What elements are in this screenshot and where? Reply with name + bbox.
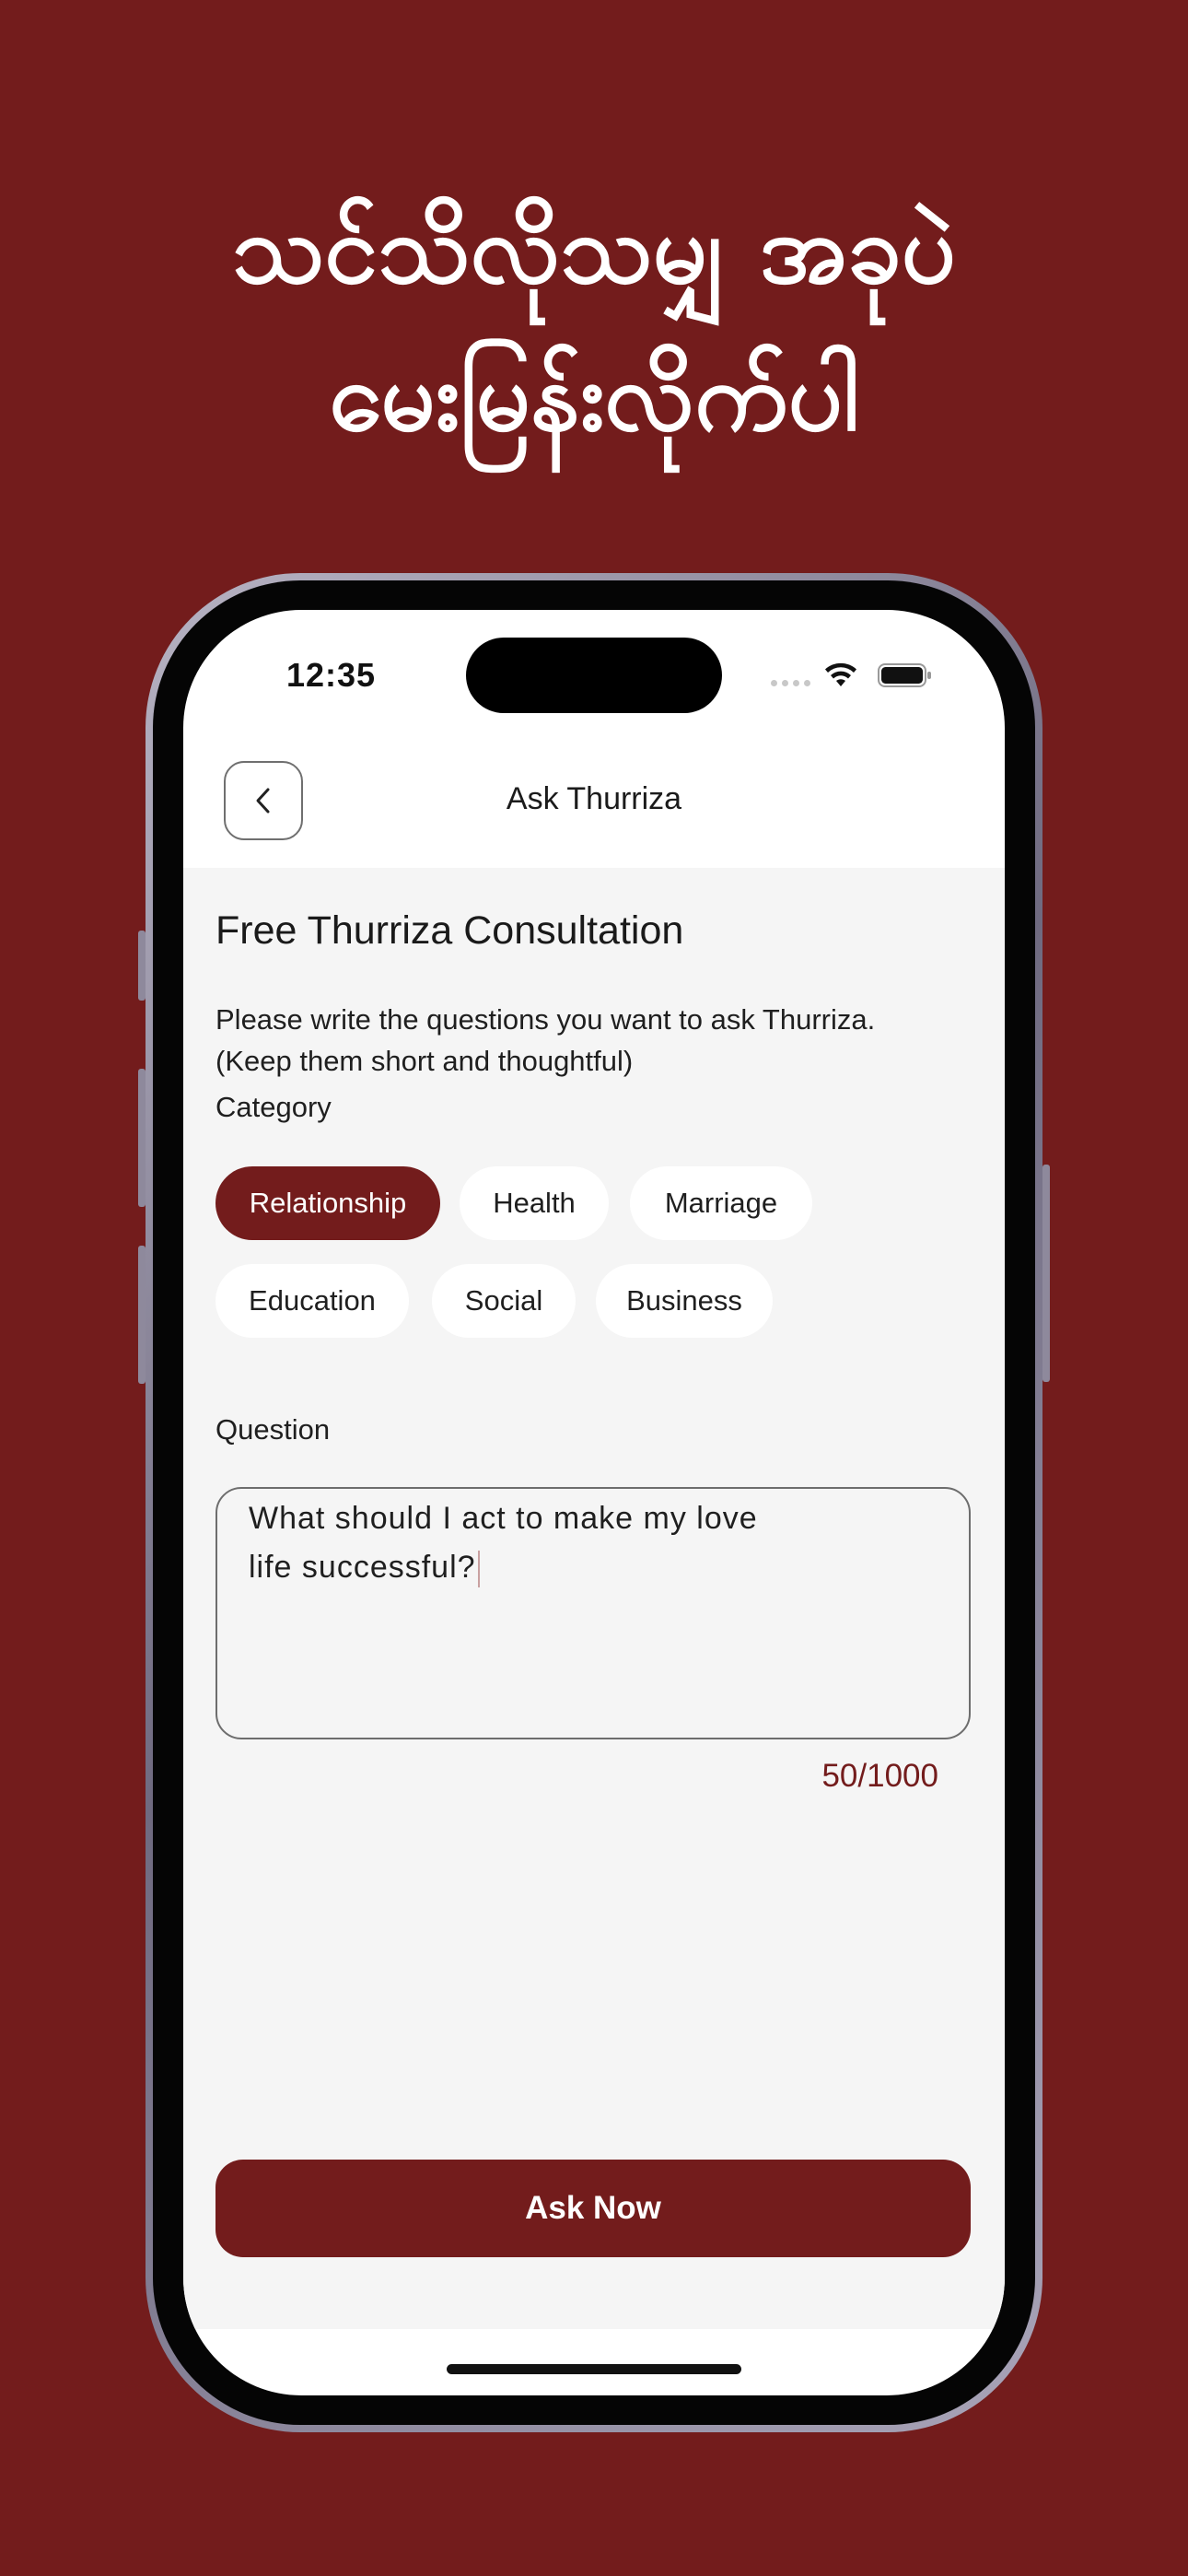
text-caret (477, 1551, 480, 1588)
category-chip-education[interactable]: Education (215, 1264, 409, 1338)
question-line-2-wrap: life successful? (249, 1543, 838, 1592)
question-line-2: life successful? (249, 1550, 476, 1585)
battery-icon (878, 663, 931, 687)
instructions-line-2: (Keep them short and thoughtful) (215, 1045, 634, 1077)
instructions-text: Please write the questions you want to a… (215, 999, 971, 1082)
wifi-icon (825, 662, 856, 686)
phone-volume-down-button (138, 1246, 146, 1384)
question-label: Question (215, 1413, 331, 1446)
category-chip-health[interactable]: Health (460, 1166, 609, 1240)
headline-line-1: သင်သိလိုသမျှ အခုပဲ (231, 193, 957, 305)
question-text: What should I act to make my love life s… (249, 1494, 838, 1592)
question-line-1: What should I act to make my love (249, 1501, 758, 1536)
dynamic-island (466, 638, 722, 713)
ask-now-button[interactable]: Ask Now (215, 2160, 971, 2257)
page-title: Free Thurriza Consultation (215, 908, 684, 953)
question-textarea[interactable]: What should I act to make my love life s… (215, 1487, 971, 1739)
category-label: Category (215, 1091, 332, 1123)
category-chip-business[interactable]: Business (596, 1264, 773, 1338)
phone-power-button (1042, 1165, 1050, 1382)
phone-silent-switch (138, 931, 146, 1001)
instructions-line-1: Please write the questions you want to a… (215, 1003, 876, 1036)
promo-headline: သင်သိလိုသမျှ အခုပဲ မေးမြန်းလိုက်ပါ (0, 175, 1188, 470)
headline-line-2: မေးမြန်းလိုက်ပါ (329, 340, 859, 452)
status-time: 12:35 (286, 656, 377, 694)
phone-volume-up-button (138, 1069, 146, 1207)
category-chip-marriage[interactable]: Marriage (630, 1166, 812, 1240)
consultation-form: Free Thurriza Consultation Please write … (183, 868, 1005, 2329)
nav-title: Ask Thurriza (506, 781, 682, 816)
category-chip-social[interactable]: Social (432, 1264, 576, 1338)
category-chip-relationship[interactable]: Relationship (215, 1166, 440, 1240)
home-indicator[interactable] (447, 2364, 741, 2374)
character-counter: 50/1000 (821, 1758, 938, 1794)
cellular-signal-icon (771, 680, 810, 686)
phone-screen: 12:35 Ask Thurriza Free Thurriza Consult… (183, 610, 1005, 2395)
